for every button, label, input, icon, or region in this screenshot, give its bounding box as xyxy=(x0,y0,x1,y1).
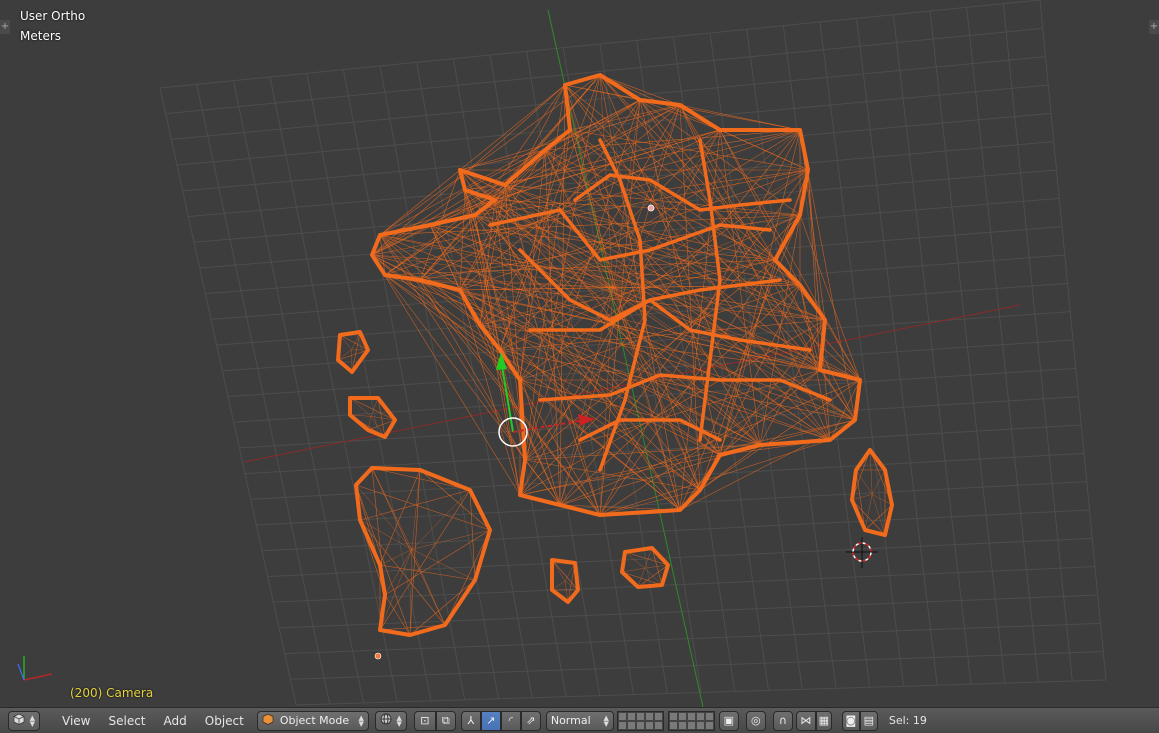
camera-icon: ◙ xyxy=(845,714,857,727)
orientation-selector[interactable]: Normal ▲ ▼ xyxy=(545,710,614,731)
orientation-label: Normal xyxy=(550,714,591,727)
grid-line xyxy=(892,14,972,685)
mainland-mesh-edge xyxy=(459,84,566,171)
island-mesh-sw-edge xyxy=(411,549,476,581)
grid-line xyxy=(273,566,1096,603)
lock-icon: ▣ xyxy=(723,714,735,727)
rotate-manipulator-button[interactable]: ◜ xyxy=(500,710,521,731)
small-island-4-edge xyxy=(644,567,663,586)
toolshelf-toggle-icon[interactable]: + xyxy=(0,20,10,34)
pivot-icon: ⊡ xyxy=(420,714,430,727)
manipulator-icon: ⧉ xyxy=(441,713,450,727)
translate-manipulator-button[interactable]: ↗ xyxy=(480,710,501,731)
lock-layers-button[interactable]: ▣ xyxy=(718,710,739,731)
gizmo-y-axis xyxy=(500,359,514,433)
snap-element-button[interactable]: ⋈ xyxy=(795,710,816,731)
clapper-icon: ▤ xyxy=(863,714,875,727)
menu-object[interactable]: Object xyxy=(196,714,253,728)
grid-line xyxy=(1039,0,1107,681)
cube-icon xyxy=(13,713,25,728)
transform-all-button[interactable]: ⅄ xyxy=(460,710,481,731)
mainland-mesh-edge xyxy=(371,254,501,351)
updown-arrows-icon: ▲ ▼ xyxy=(29,713,35,728)
arrow-icon: ↗ xyxy=(486,714,496,727)
corsica-mesh-edge xyxy=(869,449,873,495)
small-island-4-edge xyxy=(621,567,645,573)
units-label: Meters xyxy=(20,29,62,43)
menu-view[interactable]: View xyxy=(53,714,99,728)
island-mesh-sw-edge xyxy=(359,519,446,626)
camera-origin-dot xyxy=(374,652,382,660)
small-island-2-edge xyxy=(349,397,372,417)
grid-line xyxy=(295,679,1107,706)
pivot-sphere-icon xyxy=(380,713,392,728)
view3d-header: ▲ ▼ View Select Add Object Object Mode ▲ ▼… xyxy=(0,707,1159,733)
mainland-mesh-edge xyxy=(474,214,521,496)
menu-select[interactable]: Select xyxy=(99,714,154,728)
layers-group-1[interactable] xyxy=(616,710,664,731)
scale-icon: ⇗ xyxy=(526,714,536,727)
3d-viewport[interactable]: User Ortho Meters (200) Camera + + xyxy=(0,0,1159,707)
mini-axis-z xyxy=(17,663,25,681)
scene-canvas[interactable] xyxy=(0,0,1159,707)
grid-line xyxy=(1002,3,1073,682)
grid-line xyxy=(856,18,938,686)
selection-count: Sel: 19 xyxy=(888,714,927,727)
snap-increment-icon: ⋈ xyxy=(800,714,812,727)
arc-icon: ◜ xyxy=(508,714,513,727)
grid-line xyxy=(929,10,1006,684)
menu-add[interactable]: Add xyxy=(155,714,196,728)
properties-toggle-icon[interactable]: + xyxy=(1149,20,1159,34)
snap-toggle-button[interactable]: ∩ xyxy=(772,710,793,731)
scale-manipulator-button[interactable]: ⇗ xyxy=(520,710,541,731)
grid-line xyxy=(966,7,1039,683)
editor-type-selector[interactable]: ▲ ▼ xyxy=(8,710,40,731)
grid-line xyxy=(290,651,1104,680)
manipulator-toggle-button[interactable]: ⧉ xyxy=(435,710,456,731)
snap-target-button[interactable]: ▦ xyxy=(815,710,832,731)
proportional-edit-button[interactable]: ◎ xyxy=(745,710,766,731)
updown-arrows-icon: ▲ ▼ xyxy=(603,713,609,728)
mode-selector[interactable]: Object Mode ▲ ▼ xyxy=(256,710,369,731)
view-name-label: User Ortho xyxy=(20,9,86,23)
axes-icon: ⅄ xyxy=(467,714,475,727)
cube-orange-icon xyxy=(262,713,274,728)
magnet-icon: ∩ xyxy=(778,714,787,727)
updown-arrows-icon: ▲ ▼ xyxy=(358,713,364,728)
pivot-point-button[interactable]: ⊡ xyxy=(413,710,436,731)
mainland-mesh-edge xyxy=(379,234,526,461)
render-still-button[interactable]: ◙ xyxy=(841,710,860,731)
render-animation-button[interactable]: ▤ xyxy=(859,710,878,731)
proportional-icon: ◎ xyxy=(751,714,761,727)
grid-line xyxy=(782,25,871,688)
mini-axis-x xyxy=(23,673,53,681)
mainland-mesh-edge xyxy=(459,189,466,291)
island-mesh-sw-outline xyxy=(354,466,492,637)
snap-grid-icon: ▦ xyxy=(818,714,830,727)
island-mesh-sw-edge xyxy=(379,469,421,566)
mode-label: Object Mode xyxy=(279,714,350,727)
object-info-label: (200) Camera xyxy=(70,686,154,700)
grid-line xyxy=(819,21,904,687)
object-origin-dot xyxy=(647,204,655,212)
viewport-shading-selector[interactable]: ▲ ▼ xyxy=(374,710,407,731)
layers-group-2[interactable] xyxy=(667,710,715,731)
corsica-mesh-edge xyxy=(851,494,873,501)
updown-arrows-icon: ▲ ▼ xyxy=(396,713,402,728)
